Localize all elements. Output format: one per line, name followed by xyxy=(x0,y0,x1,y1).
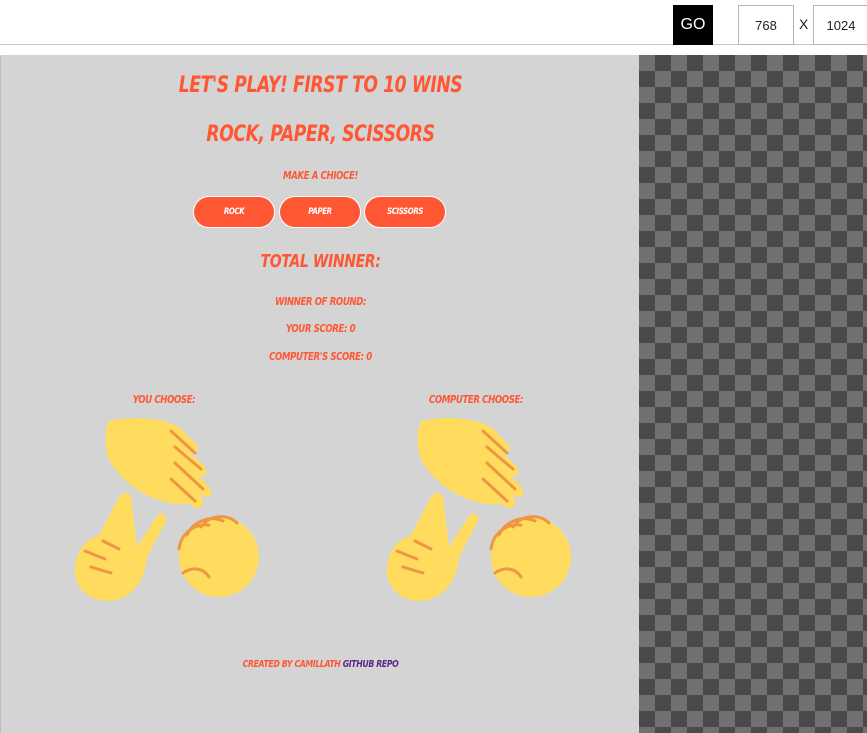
dimension-separator: X xyxy=(799,16,809,32)
rock-button-label: Rock xyxy=(223,207,245,217)
game-subtitle: Rock, Paper, Scissors xyxy=(206,122,435,147)
page-viewport: Let's play! First to 10 wins Rock, Paper… xyxy=(0,55,639,733)
total-winner: Total winner: xyxy=(260,251,381,272)
go-button[interactable]: GO xyxy=(673,5,713,45)
rock-button[interactable]: Rock xyxy=(193,196,275,228)
rock-hand-icon xyxy=(489,515,571,597)
scissors-hand-icon xyxy=(386,492,479,601)
github-repo-link[interactable]: Github repo xyxy=(343,659,399,670)
player-hands-image xyxy=(74,418,259,601)
scissors-button-label: Scissors xyxy=(386,207,424,217)
scissors-button[interactable]: Scissors xyxy=(364,196,446,228)
computer-hands-image xyxy=(386,418,571,601)
your-score: Your score: 0 xyxy=(285,322,356,335)
page-footer: Created by camillath Github repo xyxy=(71,659,569,670)
responsive-toolbar: GO X xyxy=(0,0,867,45)
choice-prompt: Make a chioce! xyxy=(283,169,358,182)
paper-button[interactable]: Paper xyxy=(279,196,361,228)
choice-buttons: Rock Paper Scissors xyxy=(193,196,449,228)
created-by-text: Created by camillath xyxy=(242,659,341,670)
transparent-area xyxy=(639,55,867,733)
computer-score: Computer's score: 0 xyxy=(269,350,372,363)
viewport-height-input[interactable] xyxy=(813,5,867,45)
you-choose-label: You choose: xyxy=(132,393,196,406)
computer-choose-label: Computer choose: xyxy=(429,393,523,406)
scissors-hand-icon xyxy=(74,492,167,601)
viewport-width-input[interactable] xyxy=(738,5,794,45)
round-winner: Winner of round: xyxy=(275,295,366,308)
paper-button-label: Paper xyxy=(308,207,332,217)
game-title: Let's play! First to 10 wins xyxy=(178,73,463,98)
rock-hand-icon xyxy=(177,515,259,597)
